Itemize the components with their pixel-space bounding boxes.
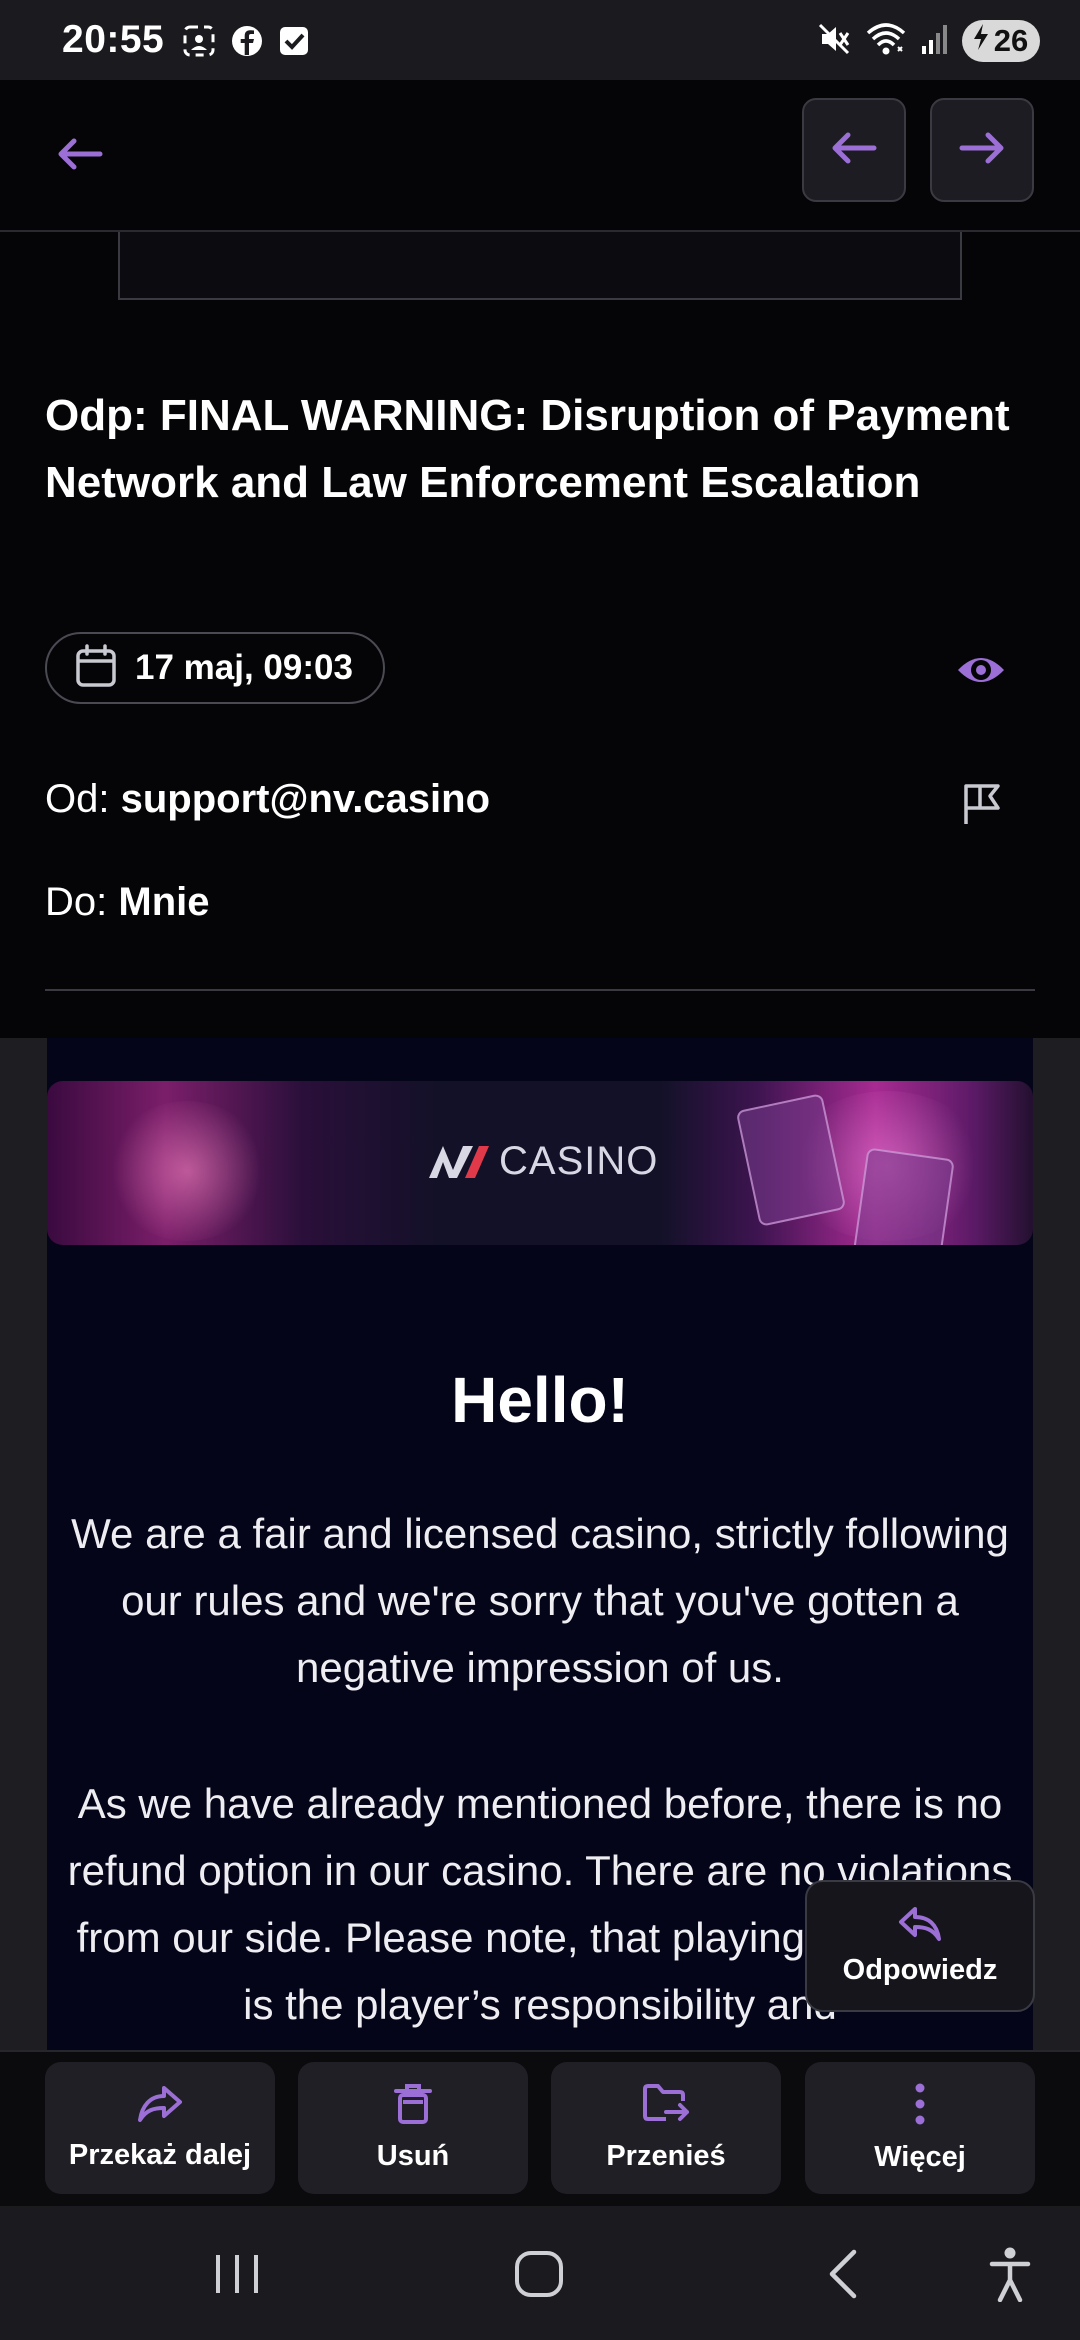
forward-label: Przekaż dalej [68, 2139, 252, 2171]
bottom-action-bar: Przekaż dalej Usuń Przenieś Więcej [0, 2050, 1080, 2206]
facebook-icon [230, 24, 264, 63]
date-chip[interactable]: 17 maj, 09:03 [45, 632, 385, 704]
reply-button[interactable]: Odpowiedz [805, 1880, 1035, 2012]
nv-logo-icon [429, 1145, 489, 1178]
arrow-left-icon [830, 130, 878, 171]
recent-apps-button[interactable] [207, 2246, 267, 2306]
forward-button[interactable]: Przekaż dalej [45, 2062, 275, 2194]
flag-icon[interactable] [958, 780, 1006, 828]
nv-casino-logo: CASINO [427, 1139, 658, 1184]
status-time: 20:55 [62, 18, 165, 61]
delete-button[interactable]: Usuń [298, 2062, 528, 2194]
wifi-icon [864, 21, 908, 62]
status-icons-right: 26 [816, 20, 1040, 62]
more-button[interactable]: Więcej [805, 2062, 1035, 2194]
email-greeting: Hello! [451, 1364, 629, 1436]
casino-banner: CASINO [47, 1081, 1033, 1245]
reply-label: Odpowiedz [842, 1954, 998, 1986]
reply-icon [897, 1905, 943, 1948]
accessibility-button[interactable] [980, 2246, 1040, 2306]
to-row: Do: Mnie [45, 880, 210, 925]
calendar-icon [75, 643, 117, 693]
move-button[interactable]: Przenieś [551, 2062, 781, 2194]
arrow-left-icon [56, 136, 104, 177]
status-bar: 20:55 26 [0, 0, 1080, 80]
to-label: Do: [45, 880, 108, 924]
previous-email-button[interactable] [802, 98, 906, 202]
eye-icon[interactable] [955, 644, 1007, 696]
accessibility-icon [988, 2246, 1032, 2307]
playing-card-icon [851, 1147, 955, 1245]
mail-header: Odp: FINAL WARNING: Disruption of Paymen… [0, 232, 1080, 1038]
move-label: Przenieś [606, 2140, 726, 2172]
app-bar [0, 80, 1080, 232]
email-paragraph-1: We are a fair and licensed casino, stric… [71, 1510, 1009, 1691]
recent-apps-icon [212, 2251, 262, 2302]
more-vertical-icon [912, 2082, 928, 2131]
battery-indicator: 26 [962, 20, 1040, 62]
collapsed-thread-placeholder[interactable] [118, 232, 962, 300]
banner-logo-text: CASINO [499, 1139, 659, 1183]
to-recipient[interactable]: Mnie [118, 880, 209, 924]
system-navigation-bar [0, 2206, 1080, 2340]
home-button[interactable] [509, 2246, 569, 2306]
battery-charging-icon [970, 22, 992, 60]
back-button[interactable] [50, 130, 110, 182]
screenshot-icon [182, 24, 216, 63]
home-icon [513, 2249, 565, 2304]
signal-icon [920, 22, 950, 61]
checkbox-icon [278, 25, 310, 62]
arrow-right-icon [958, 130, 1006, 171]
battery-level: 26 [993, 23, 1029, 58]
next-email-button[interactable] [930, 98, 1034, 202]
from-row: Od: support@nv.casino [45, 777, 490, 822]
from-address[interactable]: support@nv.casino [121, 777, 490, 821]
trash-icon [393, 2083, 433, 2130]
status-icons-left [182, 24, 310, 63]
delete-label: Usuń [376, 2140, 450, 2172]
system-back-button[interactable] [812, 2246, 872, 2306]
email-date: 17 maj, 09:03 [135, 648, 353, 687]
move-folder-icon [642, 2083, 690, 2130]
chevron-left-icon [824, 2248, 860, 2305]
from-label: Od: [45, 777, 110, 821]
header-divider [45, 989, 1035, 991]
more-label: Więcej [874, 2141, 966, 2173]
forward-icon [136, 2084, 184, 2129]
email-subject: Odp: FINAL WARNING: Disruption of Paymen… [45, 391, 1010, 507]
mute-icon [816, 21, 852, 62]
